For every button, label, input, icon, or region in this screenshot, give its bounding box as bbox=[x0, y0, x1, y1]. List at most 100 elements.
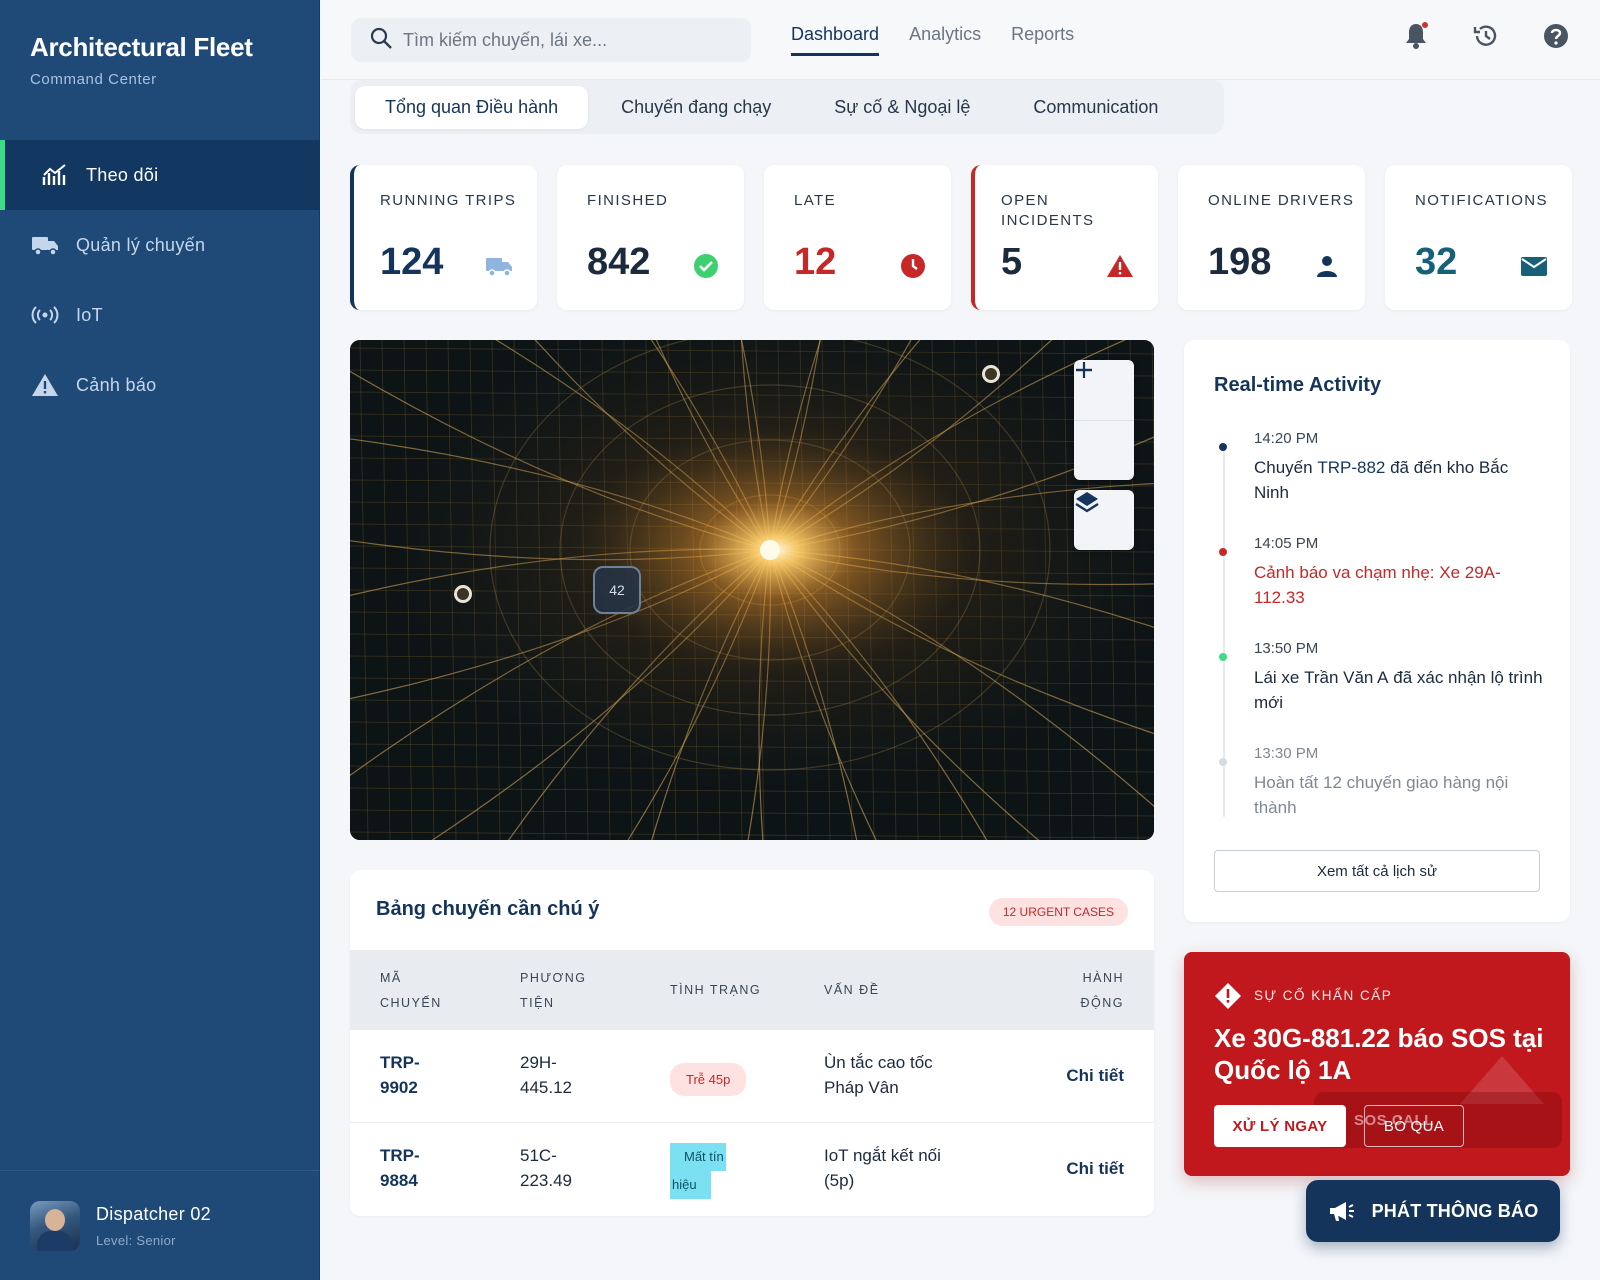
issue-text: Ùn tắc cao tốc Pháp Vân bbox=[824, 1050, 933, 1100]
map-pin[interactable] bbox=[454, 585, 472, 603]
sidebar-item-iot[interactable]: IoT bbox=[0, 280, 320, 350]
vehicle-plate: 29H- 445.12 bbox=[520, 1050, 572, 1100]
kpi-value: 198 bbox=[1208, 241, 1272, 283]
map-pin[interactable] bbox=[982, 365, 1000, 383]
table-title: Bảng chuyến cần chú ý bbox=[376, 898, 600, 920]
kpi-value: 12 bbox=[794, 241, 837, 283]
handle-now-button[interactable]: XỬ LÝ NGAY bbox=[1214, 1105, 1346, 1147]
signal-icon bbox=[30, 302, 60, 328]
cell-line: 9902 bbox=[380, 1078, 418, 1097]
help-icon[interactable] bbox=[1542, 20, 1570, 52]
tab-reports[interactable]: Reports bbox=[1011, 24, 1074, 56]
activity-time: 13:50 PM bbox=[1254, 640, 1319, 657]
emergency-alert-card: SOS CALL SỰ CỐ KHẨN CẤP Xe 30G-881.22 bá… bbox=[1184, 952, 1570, 1176]
column-header-vehicle: PHƯƠNG TIỆN bbox=[520, 966, 587, 1016]
header-line: CHUYẾN bbox=[380, 996, 442, 1010]
view-history-button[interactable]: Xem tất cả lịch sử bbox=[1214, 850, 1540, 892]
history-icon[interactable] bbox=[1472, 20, 1500, 52]
fleet-map[interactable]: 42 bbox=[350, 340, 1154, 840]
search-box[interactable] bbox=[351, 18, 751, 62]
kpi-notifications[interactable]: NOTIFICATIONS 32 bbox=[1385, 165, 1572, 310]
sidebar-item-label: IoT bbox=[76, 304, 103, 325]
zoom-out-button[interactable] bbox=[1074, 368, 1134, 480]
subtab-incidents[interactable]: Sự cố & Ngoại lệ bbox=[804, 86, 1000, 129]
cell-line: Ùn tắc cao tốc bbox=[824, 1053, 933, 1072]
sidebar-item-canh-bao[interactable]: Cảnh báo bbox=[0, 350, 320, 420]
kpi-online-drivers[interactable]: ONLINE DRIVERS 198 bbox=[1178, 165, 1365, 310]
attention-trips-table: Bảng chuyến cần chú ý 12 URGENT CASES MÃ… bbox=[350, 870, 1154, 1216]
column-header-action: HÀNH ĐỘNG bbox=[1081, 966, 1125, 1016]
vehicle-plate: 51C- 223.49 bbox=[520, 1143, 572, 1193]
sidebar-nav: Theo dõi Quản lý chuyến IoT Cảnh báo bbox=[0, 140, 320, 420]
header-line: PHƯƠNG bbox=[520, 971, 587, 985]
subtab-communication[interactable]: Communication bbox=[1003, 86, 1188, 129]
table-row[interactable]: TRP- 9902 29H- 445.12 Trễ 45p Ùn tắc cao t… bbox=[350, 1030, 1154, 1122]
notification-dot bbox=[1422, 22, 1428, 28]
detail-link[interactable]: Chi tiết bbox=[1066, 1156, 1124, 1181]
layers-button[interactable] bbox=[1074, 490, 1134, 550]
status-pill-late: Trễ 45p bbox=[670, 1063, 747, 1096]
kpi-open-incidents[interactable]: OPEN INCIDENTS 5 bbox=[971, 165, 1158, 310]
timeline-dot bbox=[1219, 758, 1227, 766]
user-profile[interactable]: Dispatcher 02 Level: Senior bbox=[0, 1170, 320, 1280]
search-icon bbox=[369, 26, 393, 55]
header-line: MÃ bbox=[380, 971, 402, 985]
brand: Architectural Fleet Command Center bbox=[30, 32, 253, 88]
emergency-label: SỰ CỐ KHẨN CẤP bbox=[1254, 988, 1393, 1003]
cell-line: 29H- bbox=[520, 1053, 557, 1072]
layers-icon bbox=[1075, 492, 1099, 513]
kpi-running-trips[interactable]: RUNNING TRIPS 124 bbox=[350, 165, 537, 310]
cell-line: (5p) bbox=[824, 1171, 855, 1190]
kpi-finished[interactable]: FINISHED 842 bbox=[557, 165, 744, 310]
user-name: Dispatcher 02 bbox=[96, 1203, 211, 1224]
tab-analytics[interactable]: Analytics bbox=[909, 24, 981, 56]
kpi-label: LATE bbox=[794, 192, 837, 209]
activity-time: 13:30 PM bbox=[1254, 745, 1319, 762]
sidebar-item-theo-doi[interactable]: Theo dõi bbox=[0, 140, 320, 210]
kpi-label: ONLINE DRIVERS bbox=[1208, 192, 1355, 209]
header-line: TIỆN bbox=[520, 996, 555, 1010]
tab-dashboard[interactable]: Dashboard bbox=[791, 24, 880, 56]
activity-title: Real-time Activity bbox=[1214, 374, 1382, 396]
header-line: ĐỘNG bbox=[1080, 996, 1124, 1010]
bell-icon[interactable] bbox=[1402, 20, 1430, 52]
realtime-activity-panel: Real-time Activity 14:20 PM Chuyến TRP-8… bbox=[1184, 340, 1570, 922]
layers-control bbox=[1074, 490, 1134, 550]
kpi-label: NOTIFICATIONS bbox=[1415, 192, 1548, 209]
sidebar-item-quan-ly-chuyen[interactable]: Quản lý chuyến bbox=[0, 210, 320, 280]
table-row[interactable]: TRP- 9884 51C- 223.49 Mất tín hiệu IoT ngắt… bbox=[350, 1122, 1154, 1214]
cell-line: 9884 bbox=[380, 1171, 418, 1190]
emergency-title: Xe 30G-881.22 báo SOS tại Quốc lộ 1A bbox=[1214, 1023, 1544, 1085]
status-pill-line: hiệu bbox=[670, 1171, 711, 1199]
sidebar-item-label: Theo dõi bbox=[86, 164, 159, 185]
search-input[interactable] bbox=[403, 29, 733, 51]
user-info: Dispatcher 02 Level: Senior bbox=[96, 1204, 211, 1248]
kpi-value: 842 bbox=[587, 241, 651, 283]
top-bar: Dashboard Analytics Reports bbox=[321, 0, 1600, 80]
subtab-overview[interactable]: Tổng quan Điều hành bbox=[355, 85, 589, 129]
kpi-late[interactable]: LATE 12 bbox=[764, 165, 951, 310]
table-header: MÃ CHUYẾN PHƯƠNG TIỆN TÌNH TRẠNG VẤN ĐỀ HÀ… bbox=[350, 950, 1154, 1030]
subtab-running-trips[interactable]: Chuyến đang chạy bbox=[591, 86, 801, 129]
activity-text: Hoàn tất 12 chuyến giao hàng nội thành bbox=[1254, 773, 1509, 817]
warning-icon bbox=[30, 372, 60, 398]
column-header-issue: VẤN ĐỀ bbox=[824, 983, 880, 997]
trip-link[interactable]: TRP-882 bbox=[1317, 458, 1385, 477]
activity-item: 14:05 PM Cảnh báo va chạm nhẹ: Xe 29A-11… bbox=[1214, 535, 1544, 610]
header-line: HÀNH bbox=[1082, 971, 1124, 985]
broadcast-button[interactable]: PHÁT THÔNG BÁO bbox=[1306, 1180, 1560, 1242]
person-icon bbox=[1313, 252, 1341, 280]
brand-title: Architectural Fleet bbox=[30, 32, 253, 62]
timeline-dot bbox=[1219, 653, 1227, 661]
brand-subtitle: Command Center bbox=[30, 71, 157, 88]
dismiss-button[interactable]: BỎ QUA bbox=[1364, 1105, 1464, 1147]
broadcast-label: PHÁT THÔNG BÁO bbox=[1371, 1200, 1539, 1221]
sidebar-item-label: Cảnh báo bbox=[76, 374, 157, 395]
map-cluster-marker[interactable]: 42 bbox=[593, 566, 641, 614]
cell-line: IoT ngắt kết nối bbox=[824, 1146, 941, 1165]
activity-time: 14:05 PM bbox=[1254, 535, 1319, 552]
status-badge: Trễ 45p bbox=[670, 1063, 747, 1096]
sidebar: Architectural Fleet Command Center Theo … bbox=[0, 0, 320, 1280]
truck-icon bbox=[485, 252, 513, 280]
detail-link[interactable]: Chi tiết bbox=[1066, 1063, 1124, 1088]
